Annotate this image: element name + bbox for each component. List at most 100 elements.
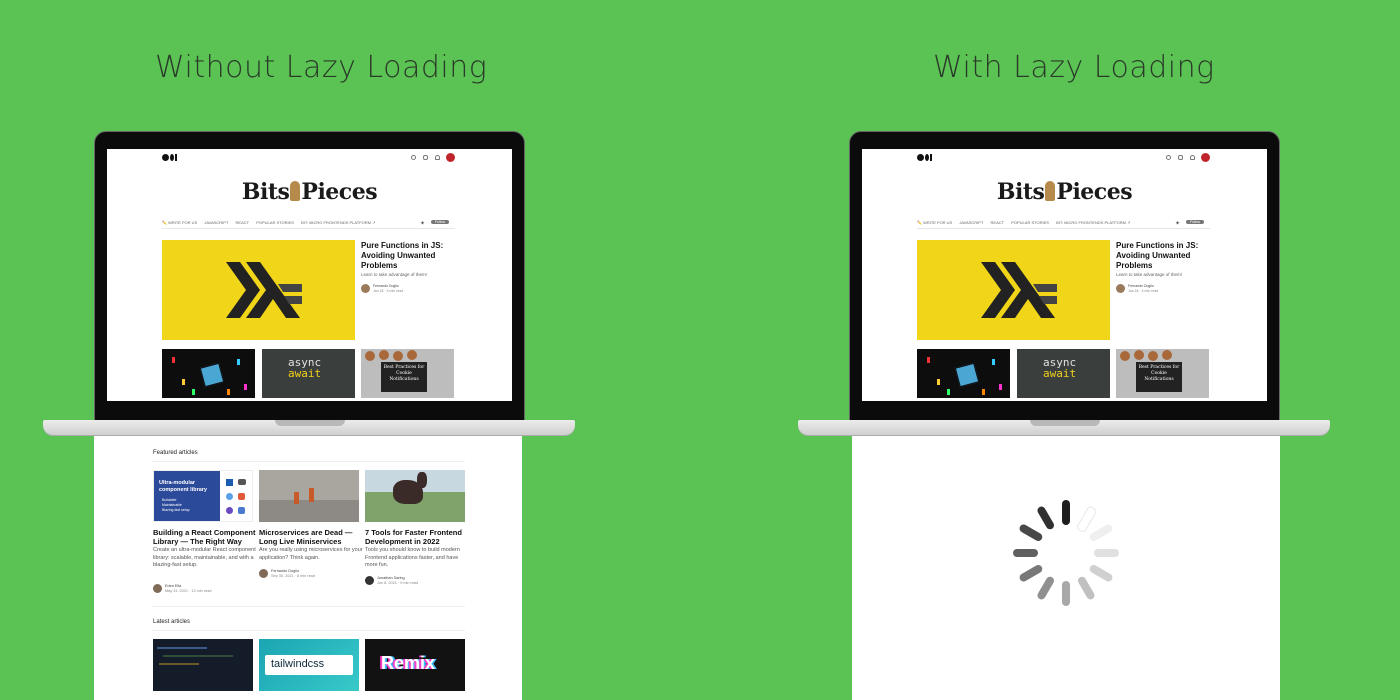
article-thumb-1[interactable]	[917, 349, 1010, 398]
twitter-icon[interactable]: ✦	[1175, 220, 1180, 227]
avatar	[361, 284, 370, 293]
bell-icon[interactable]	[1190, 155, 1195, 160]
avatar[interactable]	[1201, 153, 1210, 162]
tailwindcss-logo: tailwindcss	[271, 658, 325, 670]
featured-card-1-author[interactable]: Eden Ella May 31, 2021 · 13 min read	[153, 584, 253, 596]
nav-bit-platform[interactable]: BIT: MICRO FRONTENDS PLATFORM ↗	[301, 220, 375, 225]
divider	[152, 606, 465, 607]
laptop-base	[798, 420, 1330, 435]
follow-button[interactable]: Follow	[430, 220, 449, 224]
cookie-card: Best Practices for Cookie Notifications	[1136, 362, 1182, 392]
article-thumb-2[interactable]: async await	[1017, 349, 1110, 398]
featured-card-3-image[interactable]	[365, 470, 465, 522]
nav-javascript[interactable]: JAVASCRIPT	[959, 220, 983, 225]
post-date: Jan 18 · 4 min read	[1128, 289, 1159, 293]
publication-nav: ✏️ WRITE FOR US JAVASCRIPT REACT POPULAR…	[162, 220, 455, 229]
hero-author[interactable]: Fernando Doglio Jan 18 · 4 min read	[1116, 284, 1216, 296]
hero-title[interactable]: Pure Functions in JS: Avoiding Unwanted …	[1116, 241, 1216, 271]
twitter-icon[interactable]: ✦	[420, 220, 425, 227]
bookmark-icon[interactable]	[1178, 155, 1183, 160]
nav-javascript[interactable]: JAVASCRIPT	[204, 220, 228, 225]
spinner-spoke	[1062, 500, 1070, 525]
search-icon[interactable]	[411, 155, 416, 160]
bookmark-icon[interactable]	[423, 155, 428, 160]
post-date: Jun 8, 2021 · 9 min read	[377, 581, 419, 585]
hero-author[interactable]: Fernando Doglio Jan 18 · 4 min read	[361, 284, 461, 296]
tile-icon	[238, 479, 246, 485]
tile-icon	[226, 493, 233, 500]
featured-card-2-author[interactable]: Fernando Doglio Sep 30, 2021 · 8 min rea…	[259, 569, 359, 581]
spinner-spoke	[1062, 581, 1070, 606]
publication-logo[interactable]: Bits Pieces	[862, 179, 1267, 205]
component-library-heading: Ultra-modular component library	[159, 480, 207, 493]
laptop-screen: Bits Pieces ✏️ WRITE FOR US JAVASCRIPT RE…	[862, 149, 1267, 401]
nav-write-for-us[interactable]: ✏️ WRITE FOR US	[917, 220, 952, 225]
below-fold-placeholder	[852, 436, 1280, 700]
bell-icon[interactable]	[435, 155, 440, 160]
hero-subtitle: Learn to take advantage of them!	[361, 272, 428, 277]
article-thumb-1[interactable]	[162, 349, 255, 398]
post-date: May 31, 2021 · 13 min read	[165, 589, 212, 593]
featured-card-3-author[interactable]: Jonathan Saring Jun 8, 2021 · 9 min read	[365, 576, 465, 588]
component-library-item: Buildable	[162, 498, 177, 502]
medium-logo-icon[interactable]	[162, 154, 169, 161]
featured-card-2-title[interactable]: Microservices are Dead — Long Live Minis…	[259, 528, 365, 546]
nav-bit-platform[interactable]: BIT: MICRO FRONTENDS PLATFORM ↗	[1056, 220, 1130, 225]
nav-react[interactable]: REACT	[991, 220, 1005, 225]
featured-card-3-desc: Tools you should know to build modern Fr…	[365, 547, 460, 568]
author-name: Fernando Doglio	[373, 284, 399, 288]
publication-logo[interactable]: Bits Pieces	[107, 179, 512, 205]
hero-title[interactable]: Pure Functions in JS: Avoiding Unwanted …	[361, 241, 461, 271]
search-icon[interactable]	[1166, 155, 1171, 160]
featured-card-2-image[interactable]	[259, 470, 359, 522]
tile-icon	[226, 479, 233, 486]
article-thumb-2[interactable]: async await	[262, 349, 355, 398]
laptop-screen: Bits Pieces ✏️ WRITE FOR US JAVASCRIPT RE…	[107, 149, 512, 401]
avatar[interactable]	[446, 153, 455, 162]
publication-nav: ✏️ WRITE FOR US JAVASCRIPT REACT POPULAR…	[917, 220, 1210, 229]
spinner-spoke	[1094, 549, 1119, 557]
hero-image[interactable]	[162, 240, 355, 340]
hero-image[interactable]	[917, 240, 1110, 340]
featured-card-3-title[interactable]: 7 Tools for Faster Frontend Development …	[365, 528, 471, 546]
author-name: Eden Ella	[165, 584, 182, 588]
nav-write-for-us[interactable]: ✏️ WRITE FOR US	[162, 220, 197, 225]
nav-react[interactable]: REACT	[236, 220, 250, 225]
article-thumb-3[interactable]: Best Practices for Cookie Notifications	[361, 349, 454, 398]
haskell-logo-icon	[226, 262, 302, 318]
follow-button[interactable]: Follow	[1185, 220, 1204, 224]
laptop-base	[43, 420, 575, 435]
mug-icon	[954, 362, 980, 388]
tile-icon	[226, 507, 233, 514]
component-library-item: Blazing fast setup	[162, 508, 190, 512]
featured-articles-label: Featured articles	[153, 450, 198, 456]
meerkat-logo-icon	[1045, 181, 1056, 201]
meerkat-logo-icon	[290, 181, 301, 201]
article-thumb-3[interactable]: Best Practices for Cookie Notifications	[1116, 349, 1209, 398]
divider	[152, 461, 465, 462]
featured-card-1-desc: Create an ultra-modular React component …	[153, 547, 256, 568]
divider	[152, 630, 465, 631]
laptop-lid: Bits Pieces ✏️ WRITE FOR US JAVASCRIPT RE…	[849, 131, 1280, 423]
featured-card-1-image[interactable]: Ultra-modular component library Buildabl…	[153, 470, 253, 522]
mug-icon	[199, 362, 225, 388]
avatar	[259, 569, 268, 578]
top-bar	[107, 149, 512, 167]
avatar	[153, 584, 162, 593]
post-date: Sep 30, 2021 · 8 min read	[271, 574, 315, 578]
latest-card-2-image[interactable]: tailwindcss	[259, 639, 359, 691]
haskell-logo-icon	[981, 262, 1057, 318]
latest-card-1-image[interactable]	[153, 639, 253, 691]
tile-icon	[238, 507, 245, 514]
author-name: Fernando Doglio	[1128, 284, 1154, 288]
featured-card-1-title[interactable]: Building a React Component Library — The…	[153, 528, 259, 546]
cookie-card: Best Practices for Cookie Notifications	[381, 362, 427, 392]
medium-logo-icon[interactable]	[917, 154, 924, 161]
latest-card-3-image[interactable]: Remix	[365, 639, 465, 691]
nav-popular-stories[interactable]: POPULAR STORIES	[1011, 220, 1049, 225]
nav-popular-stories[interactable]: POPULAR STORIES	[256, 220, 294, 225]
hero-subtitle: Learn to take advantage of them!	[1116, 272, 1183, 277]
laptop-lid: Bits Pieces ✏️ WRITE FOR US JAVASCRIPT RE…	[94, 131, 525, 423]
left-panel-title: Without Lazy Loading	[155, 50, 488, 85]
tile-icon	[238, 493, 245, 500]
